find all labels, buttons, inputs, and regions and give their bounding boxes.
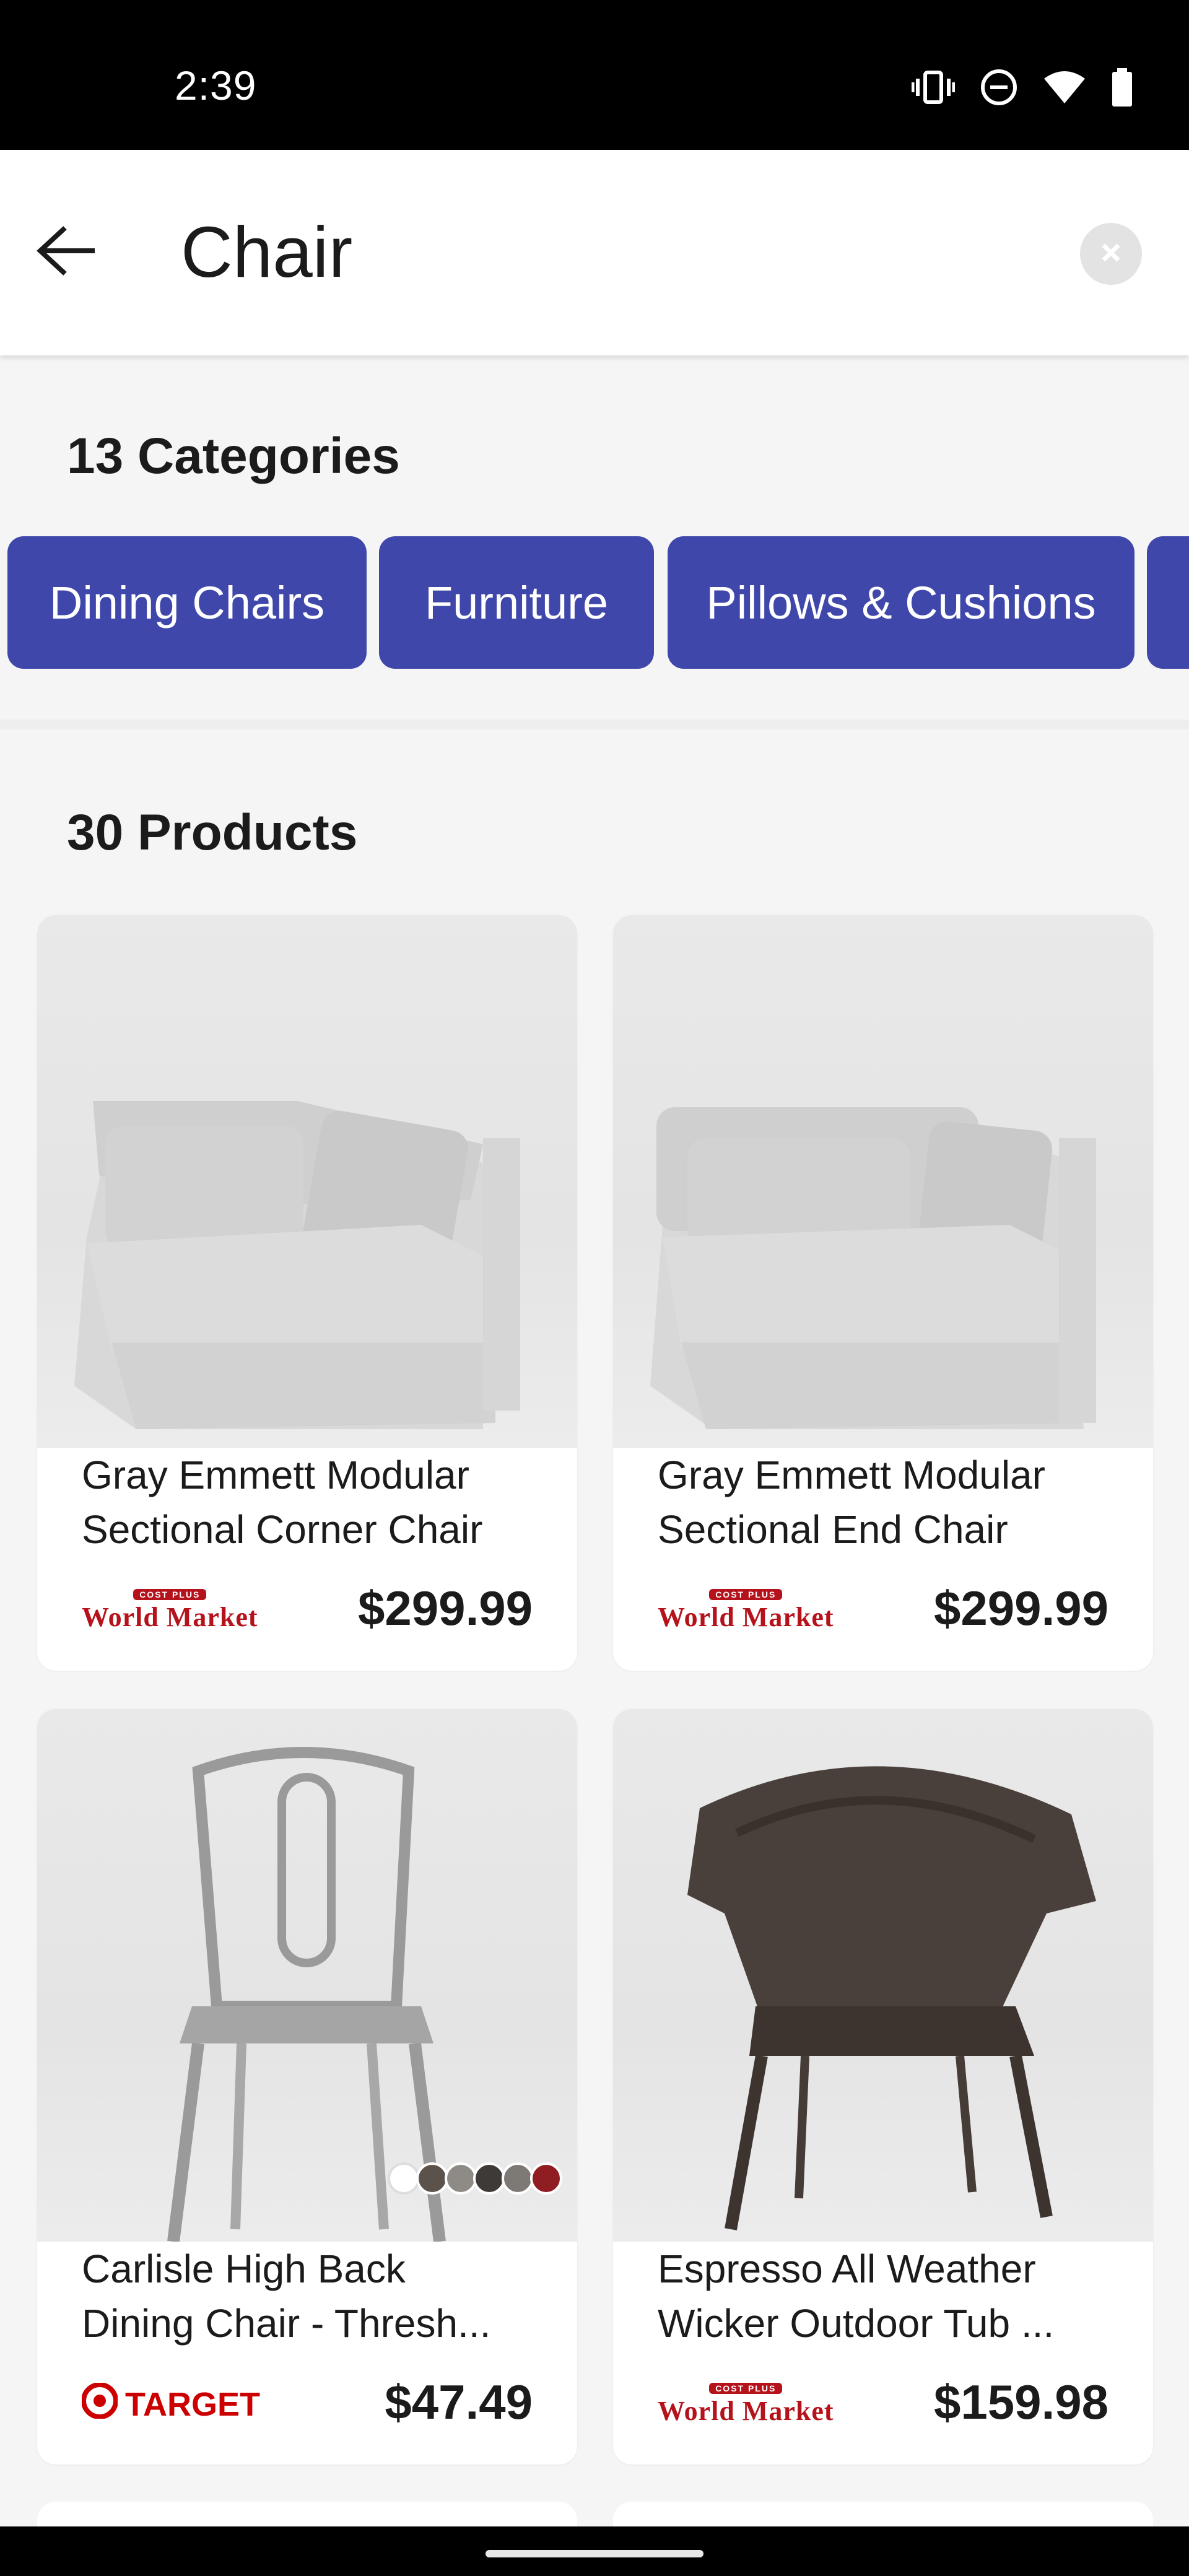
arrow-left-icon [35, 223, 97, 282]
product-image [37, 915, 577, 1448]
product-card[interactable]: Gray Emmett Modular Sectional Corner Cha… [37, 915, 577, 1671]
battery-icon [1111, 68, 1133, 107]
product-title: Gray Emmett Modular Sectional End Chair [658, 1448, 1116, 1557]
vibrate-icon [912, 69, 955, 106]
retailer-logo: COST PLUS World Market [82, 1583, 258, 1638]
world-market-logo: COST PLUS World Market [658, 2382, 834, 2427]
logo-text: World Market [82, 1601, 258, 1632]
product-title-line1: Carlisle High Back [82, 2247, 406, 2291]
categories-heading: 13 Categories [67, 428, 400, 484]
status-bar: 2:39 [0, 0, 1189, 150]
system-nav-bar [0, 2526, 1189, 2576]
logo-text: TARGET [125, 2386, 260, 2423]
section-divider [0, 720, 1189, 729]
product-image [37, 1709, 577, 2242]
product-title: Carlisle High Back Dining Chair - Thresh… [82, 2242, 540, 2351]
chip-furniture[interactable]: Furniture [379, 536, 654, 669]
retailer-logo: COST PLUS World Market [658, 1583, 834, 1638]
color-swatches [388, 2162, 562, 2195]
product-image [613, 915, 1153, 1448]
product-title: Gray Emmett Modular Sectional Corner Cha… [82, 1448, 540, 1557]
product-title-line1: Gray Emmett Modular [658, 1453, 1045, 1497]
product-price: $47.49 [385, 2375, 533, 2429]
clear-search-button[interactable] [1080, 223, 1142, 285]
target-logo: TARGET [81, 2382, 260, 2427]
logo-text: World Market [658, 2395, 834, 2426]
product-price: $159.98 [934, 2375, 1108, 2429]
products-heading: 30 Products [67, 804, 358, 861]
target-bullseye-icon [81, 2382, 118, 2427]
retailer-logo: TARGET [81, 2377, 260, 2432]
world-market-logo: COST PLUS World Market [82, 1588, 258, 1633]
product-title-line2: Sectional End Chair [658, 1507, 1008, 1552]
swatch-white[interactable] [388, 2162, 420, 2195]
search-header [0, 150, 1189, 355]
swatch-brown[interactable] [416, 2162, 448, 2195]
product-card[interactable]: Gray Emmett Modular Sectional End Chair … [613, 915, 1153, 1671]
status-icons [912, 68, 1133, 107]
product-price: $299.99 [934, 1581, 1108, 1635]
chip-pillows-cushions[interactable]: Pillows & Cushions [668, 536, 1135, 669]
wifi-icon [1043, 70, 1086, 105]
swatch-gray[interactable] [445, 2162, 477, 2195]
product-title-line1: Gray Emmett Modular [82, 1453, 469, 1497]
chip-dining-chairs[interactable]: Dining Chairs [7, 536, 367, 669]
product-card[interactable]: Espresso All Weather Wicker Outdoor Tub … [613, 1709, 1153, 2465]
logo-ribbon: COST PLUS [709, 2382, 783, 2394]
close-icon [1099, 240, 1123, 268]
back-button[interactable] [32, 218, 100, 286]
swatch-red[interactable] [530, 2162, 562, 2195]
status-time: 2:39 [175, 63, 257, 108]
product-image [613, 1709, 1153, 2242]
product-title-line1: Espresso All Weather [658, 2247, 1036, 2291]
retailer-logo: COST PLUS World Market [658, 2377, 834, 2432]
do-not-disturb-icon [980, 68, 1018, 107]
chip-partial[interactable] [1147, 536, 1189, 669]
logo-ribbon: COST PLUS [709, 1588, 783, 1600]
product-card[interactable]: Carlisle High Back Dining Chair - Thresh… [37, 1709, 577, 2465]
home-gesture-handle[interactable] [486, 2550, 703, 2557]
product-title-line2: Wicker Outdoor Tub ... [658, 2301, 1055, 2346]
product-title-line2: Sectional Corner Chair [82, 1507, 483, 1552]
logo-ribbon: COST PLUS [133, 1588, 207, 1600]
swatch-slate[interactable] [502, 2162, 534, 2195]
logo-text: World Market [658, 1601, 834, 1632]
product-title: Espresso All Weather Wicker Outdoor Tub … [658, 2242, 1116, 2351]
product-title-line2: Dining Chair - Thresh... [82, 2301, 491, 2346]
world-market-logo: COST PLUS World Market [658, 1588, 834, 1633]
swatch-charcoal[interactable] [473, 2162, 505, 2195]
search-input[interactable] [181, 206, 1035, 298]
product-price: $299.99 [358, 1581, 533, 1635]
category-chips: Dining Chairs Furniture Pillows & Cushio… [0, 536, 1189, 671]
